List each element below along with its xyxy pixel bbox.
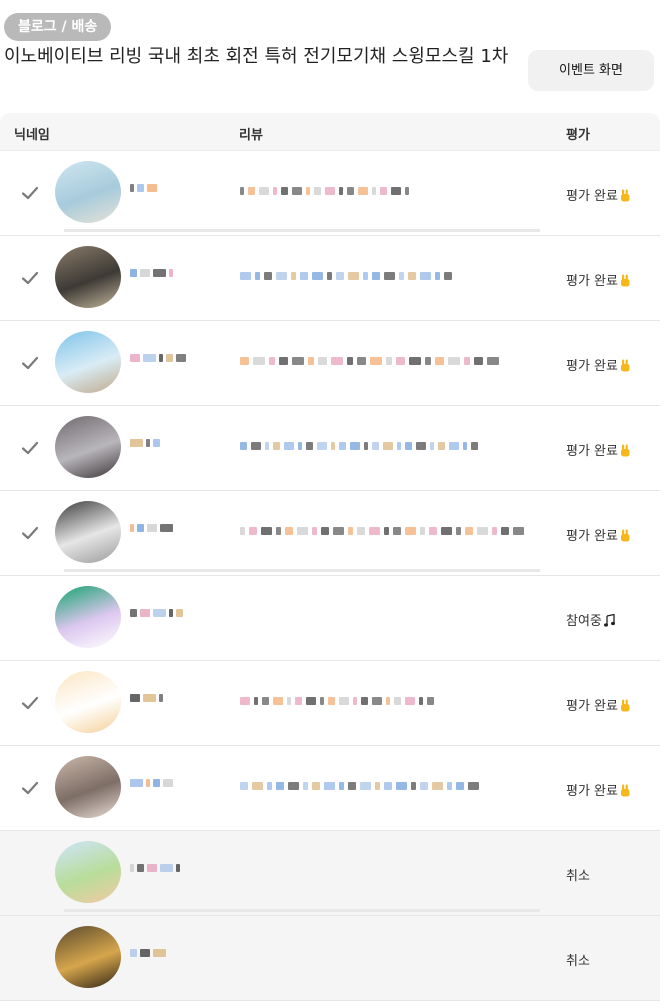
- rating-status: 취소: [566, 950, 590, 969]
- table-row[interactable]: 평가 완료: [0, 321, 660, 406]
- victory-hand-icon: [620, 274, 630, 287]
- table-row[interactable]: 평가 완료: [0, 151, 660, 236]
- row-divider: [64, 909, 540, 912]
- table-row[interactable]: 평가 완료: [0, 491, 660, 576]
- table-row[interactable]: 평가 완료: [0, 236, 660, 321]
- victory-hand-icon: [620, 189, 630, 202]
- review-blurred: [240, 183, 530, 199]
- victory-hand-icon: [620, 699, 630, 712]
- table-row[interactable]: 참여중: [0, 576, 660, 661]
- participants-table: 닉네임 리뷰 평가 평가 완료 평가 완료 평가 완료 평가 완료 평가 완료 참여중 평가…: [0, 113, 660, 1001]
- rating-status-label: 평가 완료: [566, 699, 618, 714]
- checkmark-icon: [21, 441, 39, 455]
- avatar: [55, 246, 121, 308]
- column-header-review: 리뷰: [239, 128, 263, 143]
- checkmark-icon: [21, 781, 39, 795]
- event-screen-button[interactable]: 이벤트 화면: [528, 50, 654, 91]
- checkmark-icon: [21, 271, 39, 285]
- rating-status-label: 평가 완료: [566, 359, 618, 374]
- rating-status: 취소: [566, 865, 590, 884]
- table-row[interactable]: 취소: [0, 831, 660, 916]
- rating-status-label: 평가 완료: [566, 444, 618, 459]
- page-title: 이노베이티브 리빙 국내 최초 회전 특허 전기모기채 스윙모스킬 1차: [4, 46, 509, 67]
- nickname-blurred: [130, 520, 200, 536]
- victory-hand-icon: [620, 444, 630, 457]
- victory-hand-icon: [620, 529, 630, 542]
- rating-status-label: 평가 완료: [566, 784, 618, 799]
- avatar: [55, 501, 121, 563]
- rating-status: 평가 완료: [566, 355, 631, 374]
- table-row[interactable]: 취소: [0, 916, 660, 1001]
- nickname-blurred: [130, 180, 200, 196]
- review-blurred: [240, 523, 530, 539]
- avatar: [55, 161, 121, 223]
- avatar: [55, 671, 121, 733]
- nickname-blurred: [130, 350, 200, 366]
- music-notes-icon: [603, 614, 615, 627]
- rating-status-label: 취소: [566, 869, 590, 884]
- nickname-blurred: [130, 945, 200, 961]
- avatar: [55, 586, 121, 648]
- rating-status-label: 취소: [566, 954, 590, 969]
- rating-status-label: 평가 완료: [566, 529, 618, 544]
- rating-status: 평가 완료: [566, 780, 631, 799]
- rating-status: 평가 완료: [566, 525, 631, 544]
- avatar: [55, 841, 121, 903]
- checkmark-icon: [21, 696, 39, 710]
- checkmark-icon: [21, 526, 39, 540]
- rating-status: 평가 완료: [566, 440, 631, 459]
- rating-status: 참여중: [566, 610, 615, 629]
- review-blurred: [240, 438, 530, 454]
- nickname-blurred: [130, 775, 200, 791]
- column-header-rating: 평가: [566, 128, 590, 143]
- avatar: [55, 416, 121, 478]
- nickname-blurred: [130, 265, 200, 281]
- row-divider: [64, 229, 540, 232]
- table-body: 평가 완료 평가 완료 평가 완료 평가 완료 평가 완료 참여중 평가 완료 평가 완료 취소…: [0, 151, 660, 1001]
- review-blurred: [240, 268, 530, 284]
- rating-status-label: 참여중: [566, 614, 602, 629]
- checkmark-icon: [21, 186, 39, 200]
- nickname-blurred: [130, 860, 200, 876]
- avatar: [55, 756, 121, 818]
- rating-status-label: 평가 완료: [566, 189, 618, 204]
- rating-status: 평가 완료: [566, 185, 631, 204]
- review-blurred: [240, 693, 530, 709]
- nickname-blurred: [130, 690, 200, 706]
- checkmark-icon: [21, 356, 39, 370]
- row-divider: [64, 569, 540, 572]
- rating-status: 평가 완료: [566, 270, 631, 289]
- avatar: [55, 926, 121, 988]
- victory-hand-icon: [620, 784, 630, 797]
- table-row[interactable]: 평가 완료: [0, 746, 660, 831]
- avatar: [55, 331, 121, 393]
- table-header: 닉네임 리뷰 평가: [0, 113, 660, 151]
- nickname-blurred: [130, 435, 200, 451]
- rating-status: 평가 완료: [566, 695, 631, 714]
- table-row[interactable]: 평가 완료: [0, 661, 660, 746]
- review-blurred: [240, 353, 530, 369]
- victory-hand-icon: [620, 359, 630, 372]
- table-row[interactable]: 평가 완료: [0, 406, 660, 491]
- column-header-nickname: 닉네임: [14, 128, 50, 143]
- rating-status-label: 평가 완료: [566, 274, 618, 289]
- nickname-blurred: [130, 605, 200, 621]
- review-blurred: [240, 778, 530, 794]
- category-badge: 블로그 / 배송: [4, 13, 112, 41]
